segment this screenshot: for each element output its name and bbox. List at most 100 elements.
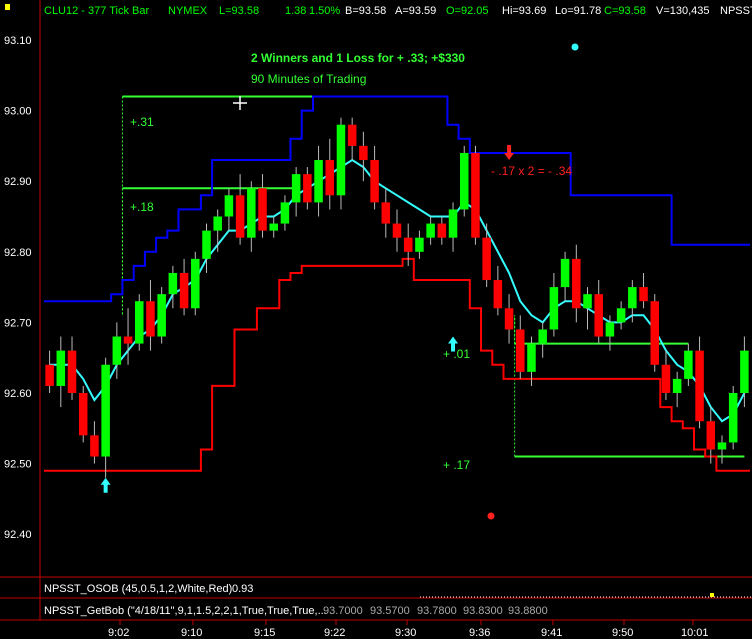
header-indicator: NPSST_Channel (9,T	[720, 5, 752, 17]
candle-body	[684, 350, 693, 379]
y-tick-label: 93.00	[4, 106, 32, 118]
candle-body	[213, 216, 222, 231]
candle-body	[403, 237, 413, 252]
candle-body	[123, 336, 133, 344]
trade3a-label: + .01	[443, 347, 470, 361]
header-exchange: NYMEX	[168, 5, 208, 17]
getbob-value-2: 93.5700	[370, 605, 410, 617]
header-volume: V=130,435	[656, 5, 710, 17]
candle-body	[112, 336, 122, 365]
osob-label: NPSST_OSOB (45,0.5,1,2,White,Red)	[44, 583, 232, 595]
candle-body	[448, 209, 458, 238]
subline-annotation: 90 Minutes of Trading	[251, 72, 366, 86]
x-tick-label: 9:15	[254, 627, 275, 639]
candle-body	[482, 237, 491, 281]
candle-body	[347, 124, 357, 146]
candle-body	[639, 287, 648, 302]
x-tick-label: 9:02	[108, 627, 129, 639]
header-open: O=92.05	[446, 5, 489, 17]
trade3b-label: + .17	[443, 458, 470, 472]
header-change: 1.38	[285, 5, 306, 17]
candle-body	[493, 280, 503, 309]
y-tick-label: 92.50	[4, 459, 32, 471]
candle-body	[706, 421, 716, 450]
candle-body	[549, 287, 559, 330]
candle-body	[594, 294, 603, 337]
candle-body	[314, 160, 323, 203]
header-high: Hi=93.69	[502, 5, 546, 17]
candle-body	[728, 393, 738, 443]
y-tick-label: 92.70	[4, 317, 32, 329]
candle-body	[336, 124, 346, 196]
x-tick-label: 9:41	[541, 627, 562, 639]
candle-body	[359, 145, 368, 161]
candle-body	[179, 272, 189, 309]
candle-body	[56, 350, 66, 386]
candle-body	[717, 442, 727, 450]
trade1-label: +.31	[130, 115, 154, 129]
candle-body	[146, 301, 155, 337]
candle-body	[224, 195, 234, 217]
candle-body	[471, 152, 480, 238]
candle-body	[78, 393, 88, 436]
header-bid: B=93.58	[345, 5, 386, 17]
quote-header: CLU12 - 377 Tick Bar NYMEX L=93.58 1.38 …	[5, 4, 752, 17]
candle-body	[426, 223, 435, 238]
getbob-value-1: 93.7000	[323, 605, 363, 617]
candle-body	[269, 223, 278, 231]
candle-body	[392, 223, 402, 238]
candle-body	[291, 174, 301, 203]
price-chart: CLU12 - 377 Tick Bar NYMEX L=93.58 1.38 …	[0, 0, 752, 639]
candle-body	[650, 301, 660, 365]
candle-body	[157, 294, 166, 337]
candle-body	[247, 188, 256, 238]
candle-body	[661, 364, 671, 393]
candle-body	[381, 202, 391, 224]
y-tick-label: 92.40	[4, 529, 32, 541]
candle-body	[45, 364, 54, 386]
candle-body	[572, 258, 581, 309]
candle-body	[90, 435, 99, 457]
x-tick-label: 9:36	[469, 627, 490, 639]
y-tick-label: 92.80	[4, 247, 32, 259]
candle-body	[605, 322, 615, 337]
trade2-label: +.18	[130, 200, 154, 214]
y-tick-label: 92.60	[4, 388, 32, 400]
candle-body	[740, 350, 749, 393]
candle-body	[504, 308, 514, 330]
getbob-label: NPSST_GetBob ("4/18/11",9,1,1.5,2,2,1,Tr…	[44, 605, 327, 617]
candle-body	[415, 237, 424, 252]
candle-body	[672, 378, 682, 393]
osob-marker-icon	[710, 593, 714, 597]
candle-body	[616, 308, 626, 323]
getbob-value-4: 93.8300	[463, 605, 503, 617]
candle-body	[101, 364, 110, 457]
candle-body	[695, 350, 704, 422]
candle-body	[258, 188, 267, 231]
candle-body	[191, 258, 200, 309]
header-low: Lo=91.78	[555, 5, 601, 17]
x-tick-label: 9:30	[395, 627, 416, 639]
header-ask: A=93.59	[395, 5, 436, 17]
header-marker-icon	[5, 4, 10, 10]
osob-value: 0.93	[232, 583, 253, 595]
candle-body	[235, 195, 245, 238]
headline-annotation: 2 Winners and 1 Loss for + .33; +$330	[251, 51, 465, 65]
target-dot-icon	[571, 43, 579, 51]
candle-body	[527, 343, 536, 372]
x-tick-label: 9:22	[324, 627, 345, 639]
candle-body	[303, 174, 312, 203]
loss-label: - .17 x 2 = - .34	[491, 164, 572, 178]
x-tick-label: 9:10	[181, 627, 202, 639]
y-tick-label: 93.10	[4, 35, 32, 47]
candle-body	[628, 287, 637, 309]
getbob-value-3: 93.7800	[417, 605, 457, 617]
x-tick-label: 10:01	[681, 627, 709, 639]
header-change-pct: 1.50%	[309, 5, 340, 17]
candle-body	[202, 230, 211, 259]
header-symbol: CLU12 - 377 Tick Bar	[44, 5, 149, 17]
candle-body	[459, 152, 469, 210]
candle-body	[437, 223, 447, 238]
candle-body	[168, 272, 178, 295]
candle-body	[538, 329, 547, 344]
